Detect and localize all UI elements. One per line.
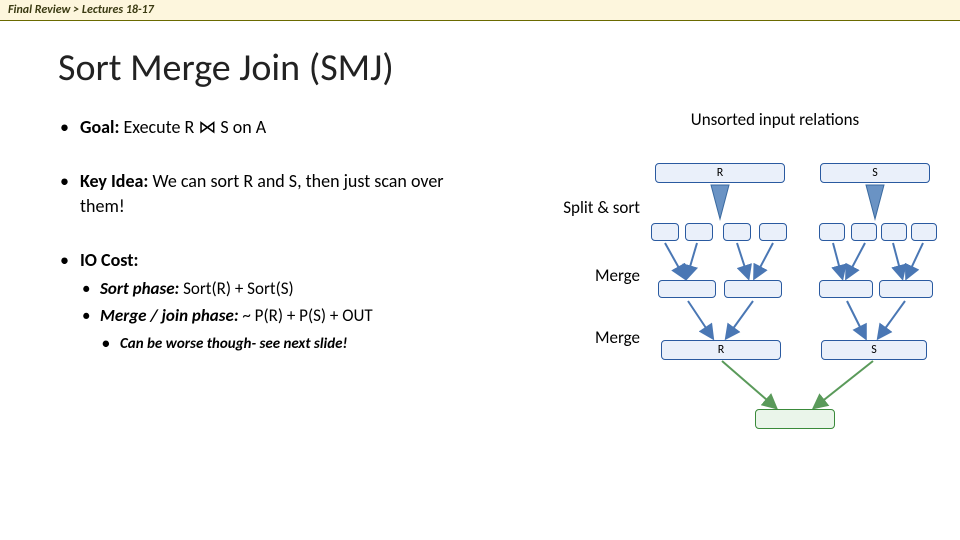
io-sort-label: Sort phase: (100, 278, 179, 299)
smj-diagram: Unsorted input relations R S Split & sor… (475, 115, 935, 475)
box-R-sorted: R (661, 340, 781, 360)
io-merge-label: Merge / join phase: (100, 305, 239, 326)
split-box (723, 223, 751, 241)
bullet-io-cost: IO Cost: Sort phase: Sort(R) + Sort(S) M… (58, 248, 475, 354)
io-merge-text: ~ P(R) + P(S) + OUT (239, 305, 373, 326)
bullet-list: Goal: Execute R ⋈ S on A Key Idea: We ca… (58, 115, 475, 354)
box-S-sorted: S (821, 340, 927, 360)
merge-box (819, 280, 873, 298)
bullet-goal: Goal: Execute R ⋈ S on A (58, 115, 475, 139)
text-column: Goal: Execute R ⋈ S on A Key Idea: We ca… (0, 115, 475, 475)
page-title: Sort Merge Join (SMJ) (58, 45, 960, 91)
merge-box (724, 280, 782, 298)
goal-text: Execute R ⋈ S on A (119, 116, 266, 138)
split-box (685, 223, 713, 241)
split-box (851, 223, 877, 241)
merge-box (658, 280, 716, 298)
io-merge-note: Can be worse though- see next slide! (100, 334, 475, 354)
split-box (759, 223, 787, 241)
split-box (819, 223, 845, 241)
bullet-key-idea: Key Idea: We can sort R and S, then just… (58, 169, 475, 218)
label-merge-1: Merge (570, 265, 640, 286)
split-box (911, 223, 937, 241)
diagram-column: Unsorted input relations R S Split & sor… (475, 115, 960, 475)
content-row: Goal: Execute R ⋈ S on A Key Idea: We ca… (0, 115, 960, 475)
merge-box (879, 280, 933, 298)
io-sub-merge: Merge / join phase: ~ P(R) + P(S) + OUT … (80, 305, 475, 354)
box-join-output (755, 409, 835, 429)
io-cost-label: IO Cost: (80, 249, 138, 271)
io-sub-sort: Sort phase: Sort(R) + Sort(S) (80, 278, 475, 301)
goal-label: Goal: (80, 116, 119, 138)
split-box (651, 223, 679, 241)
io-sort-text: Sort(R) + Sort(S) (179, 278, 293, 299)
breadcrumb: Final Review > Lectures 18-17 (0, 0, 960, 21)
key-idea-label: Key Idea: (80, 170, 148, 192)
split-box (881, 223, 907, 241)
label-merge-2: Merge (570, 327, 640, 348)
